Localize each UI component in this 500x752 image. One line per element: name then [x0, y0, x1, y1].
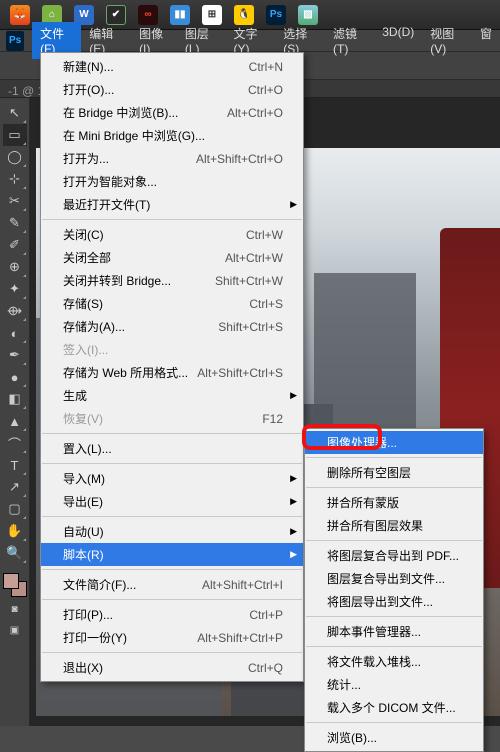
menu-item[interactable]: 导入(M)▶	[41, 467, 303, 490]
tool-button[interactable]: ◧	[3, 388, 27, 410]
tool-button[interactable]: ⊹	[3, 168, 27, 190]
menu-item[interactable]: 最近打开文件(T)▶	[41, 193, 303, 216]
quickmask-icon[interactable]: ◙	[7, 604, 23, 618]
menu-item[interactable]: 置入(L)...	[41, 437, 303, 460]
menu-item[interactable]: 在 Bridge 中浏览(B)...Alt+Ctrl+O	[41, 101, 303, 124]
menu-item: 签入(I)...	[41, 338, 303, 361]
ps-app-icon: Ps	[6, 31, 24, 51]
menu-item[interactable]: 打开为...Alt+Shift+Ctrl+O	[41, 147, 303, 170]
menu-item[interactable]: 关闭并转到 Bridge...Shift+Ctrl+W	[41, 269, 303, 292]
menu-item[interactable]: 脚本事件管理器...	[305, 620, 483, 643]
tool-button[interactable]: ✂	[3, 190, 27, 212]
tool-button[interactable]: ↗	[3, 476, 27, 498]
menu-item[interactable]: 将图层复合导出到 PDF...	[305, 544, 483, 567]
menu-item[interactable]: 在 Mini Bridge 中浏览(G)...	[41, 124, 303, 147]
menu-item[interactable]: 存储(S)Ctrl+S	[41, 292, 303, 315]
menubar-item[interactable]: 3D(D)	[374, 22, 422, 59]
menu-item[interactable]: 拼合所有图层效果	[305, 514, 483, 537]
menu-item[interactable]: 脚本(R)▶	[41, 543, 303, 566]
tool-button[interactable]: ✦	[3, 278, 27, 300]
tool-button[interactable]: ⟴	[3, 300, 27, 322]
menubar-item[interactable]: 视图(V)	[422, 22, 472, 59]
menu-item[interactable]: 打开(O)...Ctrl+O	[41, 78, 303, 101]
file-menu: 新建(N)...Ctrl+N打开(O)...Ctrl+O在 Bridge 中浏览…	[40, 52, 304, 682]
tool-button[interactable]: 🔍	[3, 542, 27, 564]
tool-button[interactable]: ▲	[3, 410, 27, 432]
tool-button[interactable]: ◐	[3, 322, 27, 344]
menu-item[interactable]: 退出(X)Ctrl+Q	[41, 656, 303, 679]
tool-button[interactable]: ↖	[3, 102, 27, 124]
menu-item[interactable]: 图层复合导出到文件...	[305, 567, 483, 590]
color-swatches[interactable]	[3, 573, 27, 597]
menu-item[interactable]: 自动(U)▶	[41, 520, 303, 543]
menu-item[interactable]: 生成▶	[41, 384, 303, 407]
tool-button[interactable]: ▭	[3, 124, 27, 146]
menu-item[interactable]: 新建(N)...Ctrl+N	[41, 55, 303, 78]
menu-item[interactable]: 将图层导出到文件...	[305, 590, 483, 613]
tool-button[interactable]: ⊕	[3, 256, 27, 278]
menu-item[interactable]: 文件简介(F)...Alt+Shift+Ctrl+I	[41, 573, 303, 596]
menu-item[interactable]: 图像处理器...	[305, 431, 483, 454]
menu-item[interactable]: 关闭全部Alt+Ctrl+W	[41, 246, 303, 269]
menu-item: 恢复(V)F12	[41, 407, 303, 430]
menu-item[interactable]: 打开为智能对象...	[41, 170, 303, 193]
menu-item[interactable]: 导出(E)▶	[41, 490, 303, 513]
menu-item[interactable]: 关闭(C)Ctrl+W	[41, 223, 303, 246]
tools-panel: ↖▭◯⊹✂✎✐⊕✦⟴◐✒●◧▲⌒T↗▢✋🔍 ◙ ▣	[0, 98, 30, 726]
screenmode-icon[interactable]: ▣	[7, 625, 23, 639]
tool-button[interactable]: ✎	[3, 212, 27, 234]
menu-item[interactable]: 载入多个 DICOM 文件...	[305, 696, 483, 719]
menu-item[interactable]: 将文件载入堆栈...	[305, 650, 483, 673]
menu-item[interactable]: 统计...	[305, 673, 483, 696]
menubar-item[interactable]: 窗	[472, 22, 500, 59]
tool-button[interactable]: ⌒	[3, 432, 27, 454]
menu-item[interactable]: 浏览(B)...	[305, 726, 483, 749]
tool-button[interactable]: ●	[3, 366, 27, 388]
menubar: Ps 文件(F)编辑(E)图像(I)图层(L)文字(Y)选择(S)滤镜(T)3D…	[0, 30, 500, 52]
menubar-item[interactable]: 滤镜(T)	[325, 22, 374, 59]
menu-item[interactable]: 打印(P)...Ctrl+P	[41, 603, 303, 626]
menu-item[interactable]: 存储为(A)...Shift+Ctrl+S	[41, 315, 303, 338]
tool-button[interactable]: T	[3, 454, 27, 476]
tool-button[interactable]: ▢	[3, 498, 27, 520]
menu-item[interactable]: 拼合所有蒙版	[305, 491, 483, 514]
script-submenu: 图像处理器... 删除所有空图层拼合所有蒙版拼合所有图层效果将图层复合导出到 PD…	[304, 428, 484, 752]
tool-button[interactable]: ✋	[3, 520, 27, 542]
menu-item[interactable]: 删除所有空图层	[305, 461, 483, 484]
tool-button[interactable]: ✒	[3, 344, 27, 366]
tool-button[interactable]: ◯	[3, 146, 27, 168]
menu-item[interactable]: 存储为 Web 所用格式...Alt+Shift+Ctrl+S	[41, 361, 303, 384]
tool-button[interactable]: ✐	[3, 234, 27, 256]
taskbar-firefox-icon[interactable]: 🦊	[5, 2, 35, 28]
menu-item[interactable]: 打印一份(Y)Alt+Shift+Ctrl+P	[41, 626, 303, 649]
